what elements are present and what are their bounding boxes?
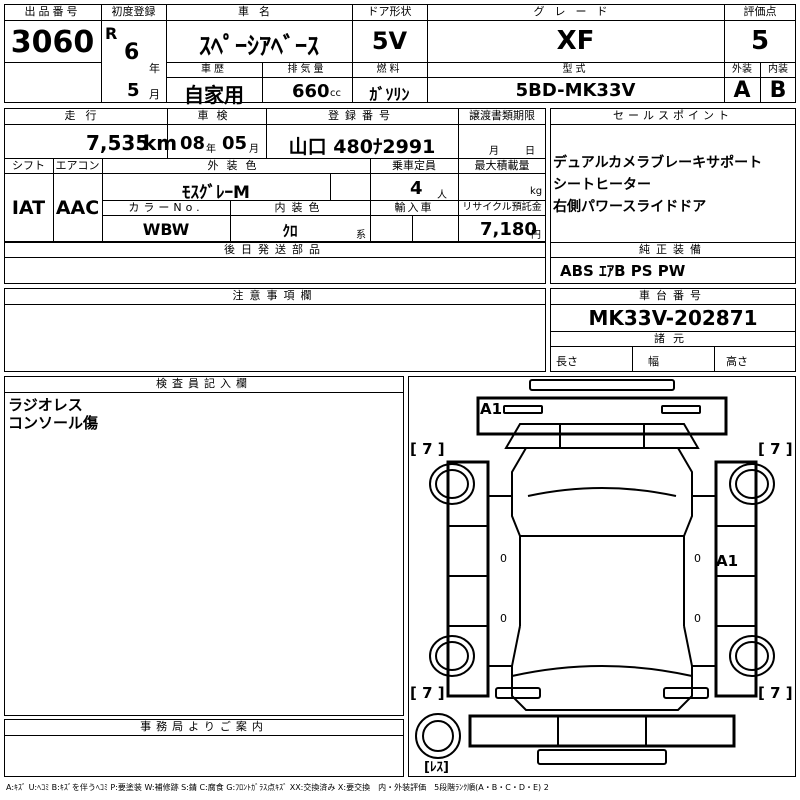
door-header: ドア形状 (367, 5, 412, 18)
aircon-header: エアコン (55, 159, 100, 172)
later-parts-header: 後日発送部品 (224, 243, 326, 256)
door-value: 5V (371, 27, 408, 55)
genuine-equip-header: 純正装備 (639, 243, 707, 256)
inspector-header: 検査員記入欄 (156, 377, 252, 390)
capacity-header: 乗車定員 (392, 159, 436, 172)
ext-color-value: ﾓｽｸﾞﾚｰM (182, 183, 250, 203)
era-value: R (105, 24, 118, 43)
exterior-header: 外装 (732, 64, 752, 75)
zero-mark-2: 0 (500, 612, 507, 625)
insp-year-unit: 年 (206, 144, 216, 155)
recycle-header: リサイクル預託金 (462, 202, 542, 213)
import-header: 輸入車 (394, 201, 434, 214)
month-unit: 月 (149, 88, 160, 101)
insp-month-unit: 月 (249, 144, 259, 155)
notes-header: 注意事項欄 (232, 289, 318, 302)
score-header: 評価点 (743, 5, 777, 18)
tire-front-right: [ 7 ] (758, 440, 793, 458)
shift-value: IAT (11, 197, 46, 219)
fuel-header: 燃料 (376, 64, 403, 75)
color-no-header: カラーNo. (128, 201, 204, 214)
car-name-header: 車名 (238, 5, 280, 18)
chassis-no-header: 車台番号 (639, 289, 707, 302)
lot-no-value: 3060 (10, 25, 95, 60)
spec-height-label: 高さ (726, 355, 748, 368)
model-header: 型式 (562, 64, 589, 75)
max-load-header: 最大積載量 (474, 159, 530, 172)
color-no-value: WBW (142, 220, 190, 239)
grade-header: グレード (533, 5, 618, 18)
model-value: 5BD-MK33V (515, 80, 636, 101)
mark-right-door: A1 (716, 552, 739, 570)
score-value: 5 (750, 26, 770, 56)
interior-header: 内装 (768, 64, 788, 75)
zero-mark-1: 0 (500, 552, 507, 565)
chassis-no-value: MK33V-202871 (588, 306, 758, 330)
aircon-value: AAC (55, 197, 100, 219)
spec-length-label: 長さ (556, 355, 578, 368)
genuine-equip-value: ABS ｴｱB PS PW (560, 262, 686, 280)
int-color-header: 内装色 (274, 201, 326, 214)
spec-width-label: 幅 (648, 355, 659, 368)
sales-point-1: デュアルカメラブレーキサポート (553, 155, 763, 171)
mileage-unit: km (143, 131, 178, 155)
history-header: 車歴 (201, 64, 227, 75)
displacement-unit: cc (330, 88, 341, 99)
car-name-value: ｽﾍﾟｰｼｱﾍﾞｰｽ (199, 32, 319, 60)
capacity-unit: 人 (437, 190, 447, 201)
reg-no-value: 山口 480ﾅ2991 (288, 136, 436, 158)
recycle-value: 7,180 (480, 219, 537, 240)
office-header: 事務局よりご案内 (140, 720, 268, 733)
int-color-value: ｸﾛ (282, 222, 298, 240)
fuel-value: ｶﾞｿﾘﾝ (369, 85, 410, 104)
recycle-unit: 円 (531, 230, 541, 241)
interior-value: B (769, 78, 787, 103)
tire-rear-right: [ 7 ] (758, 684, 793, 702)
year-unit: 年 (149, 62, 160, 75)
shift-header: シフト (12, 159, 45, 172)
sales-points-header: セールスポイント (613, 109, 733, 122)
month-value: 5 (127, 80, 140, 101)
inspection-header: 車検 (197, 109, 236, 122)
year-value: 6 (124, 40, 140, 65)
grade-value: XF (556, 26, 595, 56)
inspector-note-2: コンソール傷 (8, 414, 99, 432)
tire-rear-left: [ 7 ] (410, 684, 445, 702)
mileage-value: 7,535 (86, 131, 150, 155)
insp-month-value: 05 (222, 133, 248, 154)
max-load-unit: kg (530, 186, 543, 197)
transfer-day-unit: 日 (525, 146, 535, 157)
ext-color-header: 外装色 (207, 159, 265, 172)
legend: A:ｷｽﾞ U:ﾍｺﾐ B:ｷｽﾞを伴うﾍｺﾐ P:要塗装 W:補修跡 S:錆 … (6, 783, 549, 792)
tire-front-left: [ 7 ] (410, 440, 445, 458)
lot-no-header: 出品番号 (24, 5, 81, 18)
reg-no-header: 登録番号 (328, 109, 396, 122)
int-color-unit: 系 (356, 230, 366, 241)
sales-point-3: 右側パワースライドドア (553, 199, 707, 215)
insp-year-value: 08 (180, 133, 206, 154)
first-reg-header: 初度登録 (111, 5, 156, 18)
specs-header: 諸元 (654, 332, 692, 345)
transfer-month-unit: 月 (489, 146, 499, 157)
exterior-value: A (733, 78, 751, 103)
zero-mark-3: 0 (694, 552, 701, 565)
car-diagram (415, 379, 775, 765)
displacement-header: 排気量 (287, 64, 327, 75)
sales-point-2: シートヒーター (553, 177, 651, 193)
transfer-doc-header: 譲渡書類期限 (469, 109, 535, 122)
displacement-value: 660 (292, 81, 330, 102)
zero-mark-4: 0 (694, 612, 701, 625)
mileage-header: 走行 (64, 109, 107, 122)
mark-front: A1 (480, 400, 503, 418)
history-value: 自家用 (184, 83, 244, 107)
capacity-value: 4 (410, 178, 423, 199)
spare-tire-label: [ﾚｽ] (424, 760, 449, 775)
